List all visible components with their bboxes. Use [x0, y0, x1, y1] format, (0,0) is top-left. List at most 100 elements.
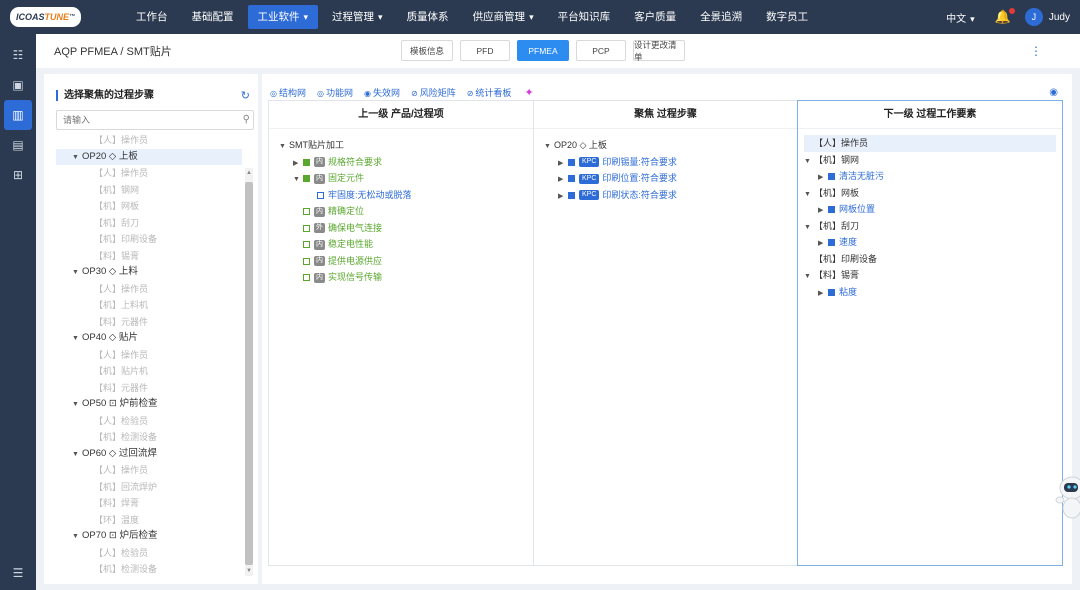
caret-icon[interactable]: ▶: [818, 286, 828, 303]
tree-node-element[interactable]: 【人】操作员: [56, 165, 242, 182]
tree-row[interactable]: ▶ KPC 印刷状态:符合要求: [544, 187, 797, 204]
tree-row[interactable]: ▶ 内规格符合要求: [279, 154, 533, 171]
caret-icon[interactable]: ▼: [279, 139, 289, 156]
caret-icon[interactable]: ▼: [804, 154, 814, 171]
tree-node-element[interactable]: 【人】检验员: [56, 413, 242, 430]
tree-row[interactable]: ▶ 清洁无脏污: [804, 168, 1056, 185]
caret-down-icon[interactable]: ▼: [72, 397, 82, 414]
books-icon[interactable]: ▤: [0, 130, 36, 160]
tree-node-element[interactable]: 【人】操作员: [56, 132, 242, 149]
tree-node-element[interactable]: 【机】钢网: [56, 182, 242, 199]
tab-设计更改清单[interactable]: 设计更改清单: [633, 40, 685, 62]
list-icon[interactable]: ☷: [0, 40, 36, 70]
tree-node-element[interactable]: 【机】检测设备: [56, 429, 242, 446]
view-tab[interactable]: ◎ 功能网: [317, 86, 353, 99]
tree-node-element[interactable]: 【人】操作员: [56, 347, 242, 364]
org-chart-icon[interactable]: ⊞: [0, 160, 36, 190]
tree-node-step[interactable]: ▼ OP60 ◇ 过回流焊: [56, 446, 242, 463]
caret-icon[interactable]: ▼: [544, 139, 554, 156]
tab-pcp[interactable]: PCP: [576, 40, 626, 61]
tree-row[interactable]: 【人】操作员: [804, 135, 1056, 152]
view-tab[interactable]: ◎ 结构网: [270, 86, 306, 99]
tree-node-element[interactable]: 【人】操作员: [56, 462, 242, 479]
tree-row[interactable]: 【机】印刷设备: [804, 251, 1056, 268]
nav-item[interactable]: 数字员工: [756, 5, 818, 29]
tab-pfmea[interactable]: PFMEA: [517, 40, 569, 61]
caret-icon[interactable]: ▼: [804, 269, 814, 286]
tree-row[interactable]: ▼ 内固定元件: [279, 170, 533, 187]
tree-row[interactable]: ▶ 网板位置: [804, 201, 1056, 218]
tree-node-element[interactable]: 【人】检验员: [56, 545, 242, 562]
tree-node-element[interactable]: 【机】刮刀: [56, 215, 242, 232]
refresh-icon[interactable]: ↻: [241, 89, 250, 102]
layout-icon[interactable]: ▥: [4, 100, 32, 130]
tree-row[interactable]: ▼ 【料】锡膏: [804, 267, 1056, 284]
tree-node-element[interactable]: 【料】元器件: [56, 314, 242, 331]
scroll-down-icon[interactable]: ▼: [245, 568, 253, 574]
tree-node-step[interactable]: ▼ OP40 ◇ 贴片: [56, 330, 242, 347]
caret-icon[interactable]: ▼: [804, 187, 814, 204]
tree-node-step[interactable]: ▼ OP30 ◇ 上料: [56, 264, 242, 281]
tree-row[interactable]: 牢固度:无松动或脱落: [279, 187, 533, 204]
caret-down-icon[interactable]: ▼: [72, 331, 82, 348]
sparkle-icon[interactable]: ✦: [524, 86, 533, 99]
nav-item[interactable]: 供应商管理 ▾: [463, 5, 544, 29]
tree-row[interactable]: 外确保电气连接: [279, 220, 533, 237]
caret-icon[interactable]: ▼: [293, 172, 303, 189]
tree-node-element[interactable]: 【料】元器件: [56, 380, 242, 397]
logo[interactable]: ICOAS TUNE ™: [0, 0, 120, 34]
caret-down-icon[interactable]: ▼: [72, 150, 82, 167]
nav-item[interactable]: 全景追溯: [690, 5, 752, 29]
tree-row[interactable]: ▼ 【机】刮刀: [804, 218, 1056, 235]
tree-row[interactable]: 内精确定位: [279, 203, 533, 220]
scroll-up-icon[interactable]: ▲: [245, 170, 253, 176]
tree-node-element[interactable]: 【机】网板: [56, 198, 242, 215]
tree-row[interactable]: 内实现信号传输: [279, 269, 533, 286]
calendar-icon[interactable]: ▣: [0, 70, 36, 100]
tree-row[interactable]: ▶ KPC 印刷位置:符合要求: [544, 170, 797, 187]
tree-row[interactable]: ▶ 速度: [804, 234, 1056, 251]
nav-item[interactable]: 平台知识库: [548, 5, 621, 29]
caret-down-icon[interactable]: ▼: [72, 265, 82, 282]
nav-item[interactable]: 基础配置: [182, 5, 244, 29]
tree-node-element[interactable]: 【人】操作员: [56, 281, 242, 298]
view-tab[interactable]: ⊘ 统计看板: [467, 86, 512, 99]
tree-scrollbar[interactable]: ▲ ▼: [245, 168, 253, 576]
nav-item[interactable]: 过程管理 ▾: [322, 5, 393, 29]
tree-row[interactable]: ▼ OP20 ◇ 上板: [544, 137, 797, 154]
tree-row[interactable]: ▼ SMT贴片加工: [279, 137, 533, 154]
tree-row[interactable]: ▶ KPC 印刷锡量:符合要求: [544, 154, 797, 171]
scroll-thumb[interactable]: [245, 182, 253, 565]
nav-item[interactable]: 客户质量: [624, 5, 686, 29]
tree-row[interactable]: ▼ 【机】钢网: [804, 152, 1056, 169]
tree-node-element[interactable]: 【料】锡膏: [56, 248, 242, 265]
language-select[interactable]: 中文 ▾: [946, 10, 975, 25]
nav-item[interactable]: 工业软件 ▾: [247, 5, 319, 29]
search-input[interactable]: [56, 110, 254, 130]
nav-item[interactable]: 质量体系: [397, 5, 459, 29]
assistant-robot-icon[interactable]: [1050, 470, 1080, 522]
more-menu-icon[interactable]: ⋮: [1030, 44, 1042, 58]
tree-row[interactable]: 内稳定电性能: [279, 236, 533, 253]
tree-node-element[interactable]: 【机】回流焊炉: [56, 479, 242, 496]
caret-down-icon[interactable]: ▼: [72, 529, 82, 546]
collapse-icon[interactable]: ☰: [0, 566, 36, 580]
caret-icon[interactable]: ▼: [804, 220, 814, 237]
tree-row[interactable]: 内提供电源供应: [279, 253, 533, 270]
avatar[interactable]: J: [1024, 8, 1043, 26]
tree-node-element[interactable]: 【料】焊膏: [56, 495, 242, 512]
tree-node-step[interactable]: ▼ OP70 ⊡ 炉后检查: [56, 528, 242, 545]
caret-down-icon[interactable]: ▼: [72, 447, 82, 464]
tree-row[interactable]: ▶ 粘度: [804, 284, 1056, 301]
tree-row[interactable]: ▼ 【机】网板: [804, 185, 1056, 202]
tree-node-element[interactable]: 【机】贴片机: [56, 363, 242, 380]
user-name[interactable]: Judy: [1049, 12, 1070, 23]
bell-icon[interactable]: 🔔: [995, 8, 1015, 25]
view-tab[interactable]: ⊘ 风险矩阵: [411, 86, 456, 99]
tree-node-element[interactable]: 【机】检测设备: [56, 561, 242, 576]
tree-node-step[interactable]: ▼ OP50 ⊡ 炉前检查: [56, 396, 242, 413]
view-tab[interactable]: ◉ 失效网: [364, 86, 400, 99]
nav-item[interactable]: 工作台: [126, 5, 178, 29]
tree-node-step[interactable]: ▼ OP20 ◇ 上板: [56, 148, 242, 167]
caret-icon[interactable]: ▶: [558, 189, 568, 206]
